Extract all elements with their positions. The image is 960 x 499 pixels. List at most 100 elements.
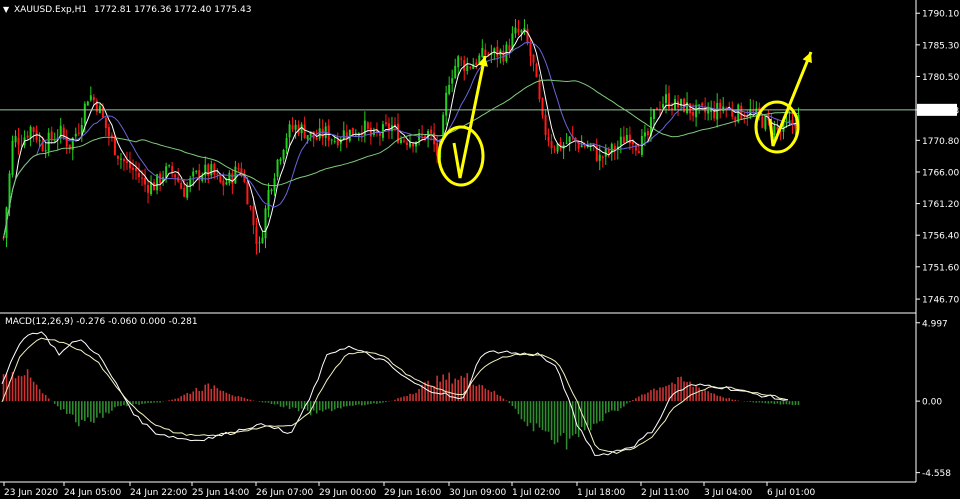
price-pane[interactable]: XAUUSD.Exp,H1 1772.81 1776.36 1772.40 17… [0,0,916,311]
candle-body [625,134,628,142]
candle-body [104,117,107,129]
price-tick-label: 1775.43 [922,106,959,116]
macd-lines [1,331,789,456]
price-tick-label: 1761.20 [922,200,959,210]
candle-body [403,140,406,142]
candle-body [17,137,20,145]
candle-body [11,140,14,176]
candle-body [366,122,369,129]
price-pane-background [0,0,916,311]
candle-body [135,167,138,172]
candle-body [125,161,128,163]
candle-body [207,164,210,176]
candle-body [138,172,141,178]
candle-body [601,156,604,158]
candle-body [773,126,776,136]
candle-body [568,136,571,143]
candle-body [764,116,767,130]
candle-body [406,142,409,146]
candle-body [195,170,198,172]
candle-body [460,58,463,60]
candle-body [261,237,264,244]
candle-body [752,110,755,112]
time-tick-label: 1 Jul 02:00 [512,488,561,498]
candle-body [237,167,240,169]
candle-body [755,108,758,113]
candle-body [737,104,740,122]
candle-body [451,78,454,84]
candle-body [321,128,324,138]
candle-body [430,129,433,134]
candle-body [646,130,649,136]
candle-body [300,124,303,134]
candle-body [116,155,119,159]
price-tick-label: 1751.60 [922,263,959,273]
candle-body [698,104,701,106]
candle-body [701,103,704,106]
macd-signal-line [1,337,789,454]
time-tick-label: 29 Jun 16:00 [384,488,441,498]
price-axis-ticks: 1790.10 1785.30 1780.50 1775.43 1770.80 1766.… [916,10,959,306]
price-tick-label: 1770.80 [922,137,959,147]
candle-body [369,127,372,137]
candle-body [303,124,306,139]
time-tick-label: 1 Jul 18:00 [577,488,626,498]
candle-body [547,136,550,142]
candle-body [107,127,110,136]
candle-body [535,63,538,78]
symbol-label: XAUUSD.Exp,H1 [14,5,87,15]
time-tick-label: 29 Jun 00:00 [319,488,376,498]
candle-body [400,139,402,143]
candle-body [285,138,288,149]
candle-body [520,30,523,33]
candle [11,135,14,178]
candle-body [131,167,134,170]
candle-body [526,28,529,44]
candle-body [153,182,156,191]
time-tick-label: 23 Jun 2020 [4,488,58,498]
candle-body [291,125,294,130]
candle-body [454,65,457,79]
candle-body [101,107,104,118]
collapse-arrow-icon[interactable]: ▼ [3,5,10,14]
macd-main-line [1,331,789,456]
candle-body [692,111,695,116]
price-tick-label: 1790.10 [922,10,959,20]
candle-body [74,133,77,137]
candle-body [348,129,351,141]
candle-body [171,166,174,173]
ohlc-readout: 1772.81 1776.36 1772.40 1775.43 [94,5,251,15]
macd-pane[interactable]: MACD(12,26,9) -0.276 -0.060 0.000 -0.281 [0,312,916,456]
candle-body [168,165,171,167]
candle-body [384,122,387,125]
candle-body [532,54,535,63]
price-tick-label: 1766.00 [922,168,959,178]
candle-body [529,43,532,57]
candle-body [628,134,631,144]
candle-body [378,134,381,136]
candle-body [92,97,95,101]
candle-body [150,182,153,195]
trading-chart[interactable]: XAUUSD.Exp,H1 1772.81 1776.36 1772.40 17… [0,0,960,499]
candle-body [457,56,460,68]
candle-body [258,242,261,244]
candle-body [144,177,147,185]
candle [113,135,116,156]
candle-body [47,132,50,152]
candle-body [38,140,41,142]
candle-body [466,65,469,71]
candle-body [484,49,487,56]
candle-body [252,206,255,225]
candle-body [734,117,737,121]
candle-body [282,149,285,160]
candle-body [707,110,710,114]
time-tick-label: 25 Jun 14:00 [192,488,249,498]
candle-body [219,174,222,183]
candle-body [330,139,333,141]
time-tick-label: 2 Jul 11:00 [641,488,690,498]
candle-body [62,127,65,137]
candle-body [32,127,35,132]
candle-body [288,124,291,138]
candle-body [664,94,667,104]
candle-body [276,159,279,177]
